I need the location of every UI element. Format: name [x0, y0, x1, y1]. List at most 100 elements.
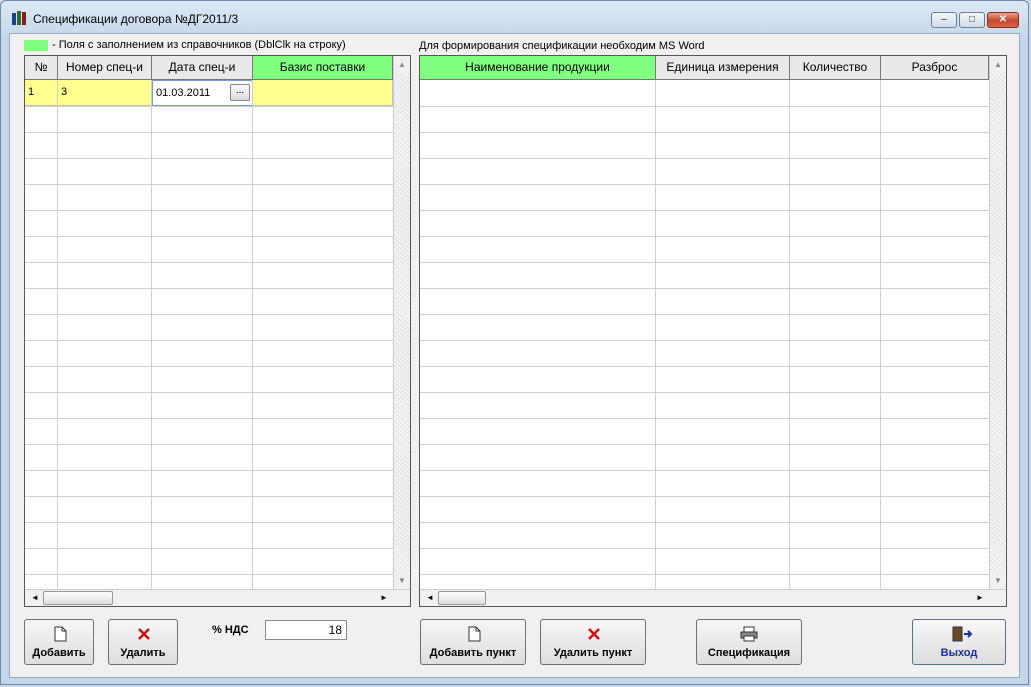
legend-swatch [24, 40, 48, 51]
grid-row-line [25, 158, 393, 159]
grid-row-line [25, 288, 393, 289]
grid-row-line [25, 392, 393, 393]
exit-button-label: Выход [940, 647, 978, 659]
grid-row-line [25, 210, 393, 211]
grid-row-line [420, 262, 989, 263]
right-horizontal-scrollbar[interactable]: ◄ ► [420, 589, 1006, 606]
scroll-right-arrow-icon[interactable]: ► [972, 590, 988, 606]
door-exit-icon [952, 626, 973, 642]
grid-row-line [420, 496, 989, 497]
cell-num[interactable]: 1 [25, 80, 58, 106]
column-header-spread[interactable]: Разброс [881, 56, 989, 80]
grid-row-line [25, 236, 393, 237]
scroll-up-arrow-icon[interactable]: ▲ [394, 56, 410, 73]
grid-row-line [420, 210, 989, 211]
grid-row-line [420, 158, 989, 159]
scroll-down-arrow-icon[interactable]: ▼ [394, 572, 410, 589]
ms-word-note: Для формирования спецификации необходим … [419, 40, 705, 52]
grid-row-line [420, 444, 989, 445]
column-header-delivery-basis[interactable]: Базис поставки [253, 56, 393, 80]
grid-row-line [420, 132, 989, 133]
grid-row-line [25, 470, 393, 471]
grid-row-line [25, 340, 393, 341]
grid-row-line [25, 106, 393, 107]
page-icon [468, 626, 481, 642]
client-area: - Поля с заполнением из справочников (Db… [9, 33, 1020, 678]
red-x-icon [138, 628, 150, 640]
add-button[interactable]: Добавить [24, 619, 94, 665]
grid-row-line [420, 236, 989, 237]
scroll-left-arrow-icon[interactable]: ◄ [422, 590, 438, 606]
scroll-left-arrow-icon[interactable]: ◄ [27, 590, 43, 606]
vat-label: % НДС [212, 624, 249, 636]
close-button[interactable]: ✕ [987, 12, 1019, 28]
exit-button[interactable]: Выход [912, 619, 1006, 665]
specification-items-grid[interactable]: Наименование продукции Единица измерения… [419, 55, 1007, 607]
grid-row-line [25, 184, 393, 185]
grid-row-line [420, 288, 989, 289]
grid-column-line [151, 80, 152, 589]
left-horizontal-scrollbar[interactable]: ◄ ► [25, 589, 410, 606]
grid-row-line [420, 106, 989, 107]
column-header-quantity[interactable]: Количество [790, 56, 881, 80]
delete-item-button[interactable]: Удалить пункт [540, 619, 646, 665]
grid-row-line [420, 392, 989, 393]
grid-row-line [420, 548, 989, 549]
grid-column-line [252, 80, 253, 589]
add-item-button[interactable]: Добавить пункт [420, 619, 526, 665]
column-header-spec-number[interactable]: Номер спец-и [58, 56, 152, 80]
cell-delivery-basis[interactable] [253, 80, 393, 106]
grid-row-line [25, 262, 393, 263]
specification-button-label: Спецификация [707, 647, 791, 659]
grid-column-line [655, 80, 656, 589]
scroll-down-arrow-icon[interactable]: ▼ [990, 572, 1006, 589]
grid-row-line [25, 366, 393, 367]
grid-row-line [420, 340, 989, 341]
grid-row-line [25, 496, 393, 497]
grid-row-line [25, 444, 393, 445]
restore-button[interactable]: □ [959, 12, 985, 28]
specification-button[interactable]: Спецификация [696, 619, 802, 665]
column-header-product-name[interactable]: Наименование продукции [420, 56, 656, 80]
grid-row-line [25, 522, 393, 523]
page-icon [54, 626, 67, 642]
column-header-unit[interactable]: Единица измерения [656, 56, 790, 80]
window: Спецификации договора №ДГ2011/3 – □ ✕ - … [0, 0, 1029, 685]
scroll-thumb[interactable] [43, 591, 113, 605]
scroll-right-arrow-icon[interactable]: ► [376, 590, 392, 606]
spec-date-value: 01.03.2011 [156, 87, 211, 99]
grid-row-line [25, 314, 393, 315]
column-header-num[interactable]: № [25, 56, 58, 80]
add-button-label: Добавить [32, 647, 86, 659]
specifications-grid[interactable]: № Номер спец-и Дата спец-и Базис поставк… [24, 55, 411, 607]
cell-spec-number[interactable]: 3 [58, 80, 152, 106]
grid-row-line [420, 574, 989, 575]
minimize-button[interactable]: – [931, 12, 957, 28]
grid-row-line [420, 418, 989, 419]
column-header-spec-date[interactable]: Дата спец-и [152, 56, 253, 80]
grid-column-line [789, 80, 790, 589]
date-picker-button[interactable]: ... [230, 84, 250, 101]
grid-row-line [420, 522, 989, 523]
grid-row-line [25, 418, 393, 419]
scroll-thumb[interactable] [438, 591, 486, 605]
grid-row-line [420, 314, 989, 315]
delete-button[interactable]: Удалить [108, 619, 178, 665]
grid-row-line [420, 366, 989, 367]
delete-item-button-label: Удалить пункт [553, 647, 633, 659]
left-vertical-scrollbar[interactable]: ▲ ▼ [393, 56, 410, 589]
scroll-up-arrow-icon[interactable]: ▲ [990, 56, 1006, 73]
vat-input[interactable]: 18 [265, 620, 347, 640]
grid-row-line [25, 574, 393, 575]
red-x-icon [588, 628, 600, 640]
window-title: Спецификации договора №ДГ2011/3 [33, 12, 239, 26]
right-vertical-scrollbar[interactable]: ▲ ▼ [989, 56, 1006, 589]
grid-column-line [57, 80, 58, 589]
title-bar[interactable]: Спецификации договора №ДГ2011/3 – □ ✕ [1, 1, 1028, 35]
grid-row-line [420, 184, 989, 185]
cell-spec-date[interactable]: 01.03.2011 ... [152, 80, 253, 106]
grid-row-line [25, 132, 393, 133]
printer-icon [740, 626, 758, 642]
grid-row-line [25, 548, 393, 549]
legend-text: - Поля с заполнением из справочников (Db… [52, 39, 346, 51]
